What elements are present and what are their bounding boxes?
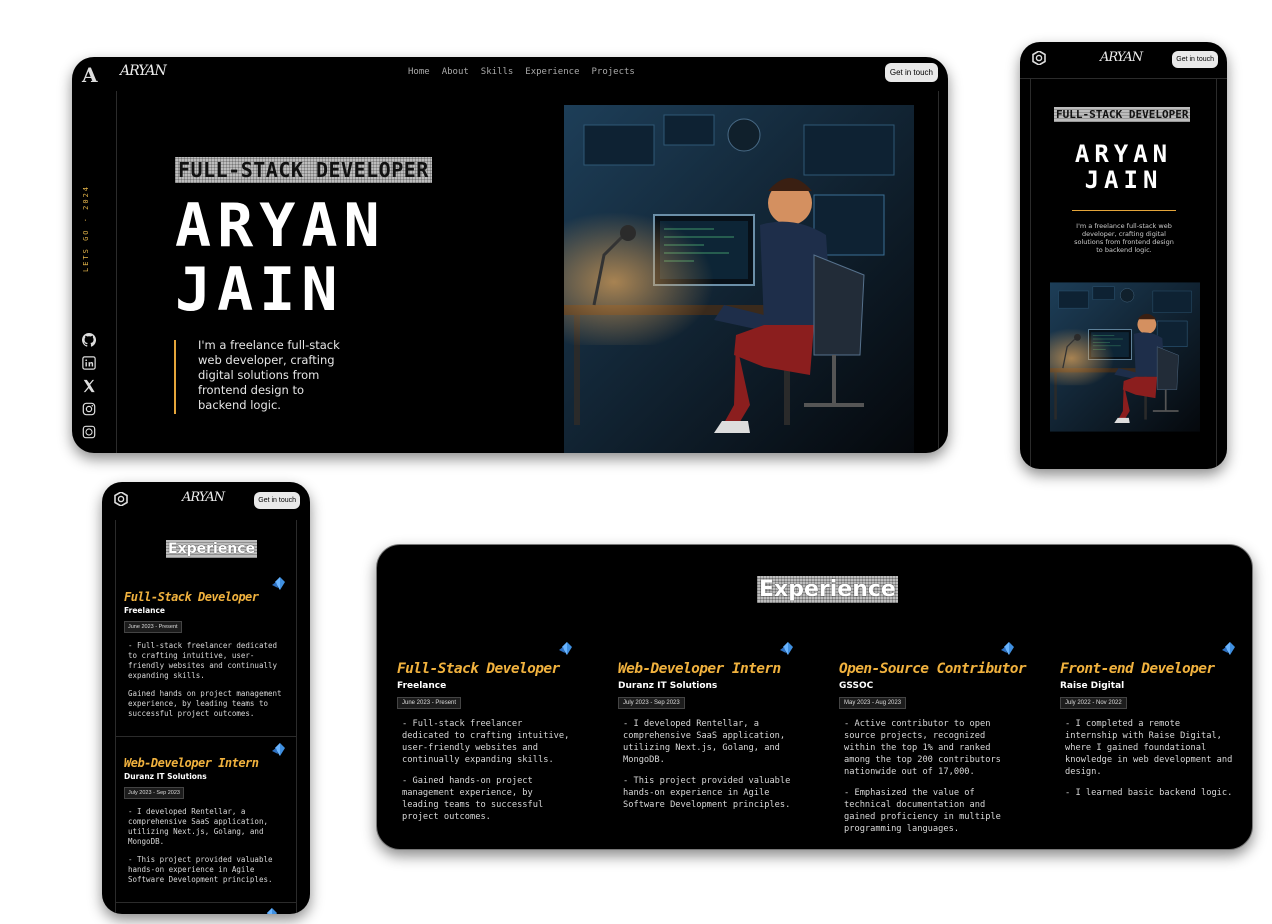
experience-company: Freelance	[124, 606, 166, 615]
experience-heading: Experience	[166, 540, 258, 558]
vertical-tagline-text: LETS GO · 2024	[82, 184, 90, 272]
signature-logo[interactable]: ARYAN	[1100, 50, 1143, 65]
divider	[1030, 78, 1031, 469]
experience-card: Web-Developer Intern Duranz IT Solutions…	[124, 742, 290, 885]
experience-heading: Experience	[758, 577, 896, 602]
experience-role: Web-Developer Intern	[124, 756, 259, 770]
role-badge: FULL-STACK DEVELOPER	[1054, 107, 1191, 122]
get-in-touch-button[interactable]: Get in touch	[1172, 51, 1218, 68]
experience-role: Web-Developer Intern	[618, 661, 781, 677]
logo[interactable]: A	[82, 63, 98, 87]
desktop-hero-frame: A ARYAN Home About Skills Experience Pro…	[72, 57, 948, 453]
nav-experience[interactable]: Experience	[525, 67, 579, 77]
nav-about[interactable]: About	[442, 67, 469, 77]
signature-logo[interactable]: ARYAN	[182, 490, 225, 505]
desktop-experience-frame: Experience Full-Stack Developer Freelanc…	[376, 544, 1253, 850]
nav-projects[interactable]: Projects	[591, 67, 634, 77]
experience-date: June 2023 - Present	[397, 697, 462, 709]
logo-icon[interactable]	[1031, 51, 1047, 65]
vertical-tagline: LETS GO · 2024	[82, 182, 96, 282]
experience-role: Full-Stack Developer	[397, 661, 560, 677]
experience-point: - I learned basic backend logic.	[1065, 788, 1233, 798]
experience-date: July 2022 - Nov 2022	[1060, 697, 1127, 709]
gem-icon	[1001, 642, 1014, 655]
experience-company: Duranz IT Solutions	[618, 681, 718, 691]
experience-point: - This project provided valuable hands-o…	[128, 855, 273, 884]
hero-name-line1: ARYAN	[1074, 140, 1173, 168]
x-icon[interactable]	[82, 379, 96, 393]
divider	[115, 520, 116, 914]
experience-card: Full-Stack Developer Freelance June 2023…	[397, 641, 573, 823]
developer-illustration	[564, 105, 914, 453]
developer-illustration	[1050, 282, 1200, 432]
experience-card: Open-Source Contributor GSSOC May 2023 -…	[839, 641, 1027, 835]
experience-point: Gained hands on project management exper…	[128, 689, 282, 718]
divider	[1020, 78, 1227, 79]
divider	[938, 91, 939, 453]
main-nav: Home About Skills Experience Projects	[408, 67, 635, 77]
gem-icon	[1222, 642, 1235, 655]
nav-skills[interactable]: Skills	[481, 67, 514, 77]
experience-date: July 2023 - Sep 2023	[618, 697, 685, 709]
experience-point: - Full-stack freelancer dedicated to cra…	[128, 641, 278, 680]
hero-name: ARYAN JAIN	[1020, 141, 1227, 193]
hero-name-line2: JAIN	[1084, 166, 1163, 194]
experience-point: - Emphasized the value of technical docu…	[844, 788, 1001, 834]
instagram-icon[interactable]	[82, 402, 96, 416]
divider	[116, 736, 296, 737]
experience-role: Front-end Developer	[1060, 661, 1215, 677]
experience-point: - I completed a remote internship with R…	[1065, 719, 1233, 777]
experience-date: June 2023 - Present	[124, 621, 182, 633]
gem-icon	[272, 743, 285, 756]
accent-bar	[174, 340, 176, 414]
hero-bio: I'm a freelance full-stack web developer…	[1074, 222, 1174, 254]
role-badge: FULL-STACK DEVELOPER	[175, 157, 432, 183]
whatsapp-icon[interactable]	[82, 425, 96, 439]
gem-icon	[559, 642, 572, 655]
divider	[116, 91, 117, 453]
experience-card: Full-Stack Developer Freelance June 2023…	[124, 576, 290, 719]
social-links	[82, 333, 96, 439]
experience-point: - Active contributor to open source proj…	[844, 719, 1001, 777]
mobile-experience-frame: ARYAN Get in touch Experience Full-Stack…	[102, 482, 310, 914]
experience-company: Raise Digital	[1060, 681, 1125, 691]
experience-point: - This project provided valuable hands-o…	[623, 776, 791, 810]
get-in-touch-button[interactable]: Get in touch	[884, 63, 938, 82]
hero-bio: I'm a freelance full-stack web developer…	[198, 338, 340, 412]
experience-card: Front-end Developer Raise Digital July 2…	[1060, 641, 1236, 799]
signature-logo[interactable]: ARYAN	[120, 63, 167, 79]
experience-point: - I developed Rentellar, a comprehensive…	[623, 719, 786, 765]
accent-rule	[1072, 210, 1176, 211]
experience-date: July 2023 - Sep 2023	[124, 787, 184, 799]
github-icon[interactable]	[82, 333, 96, 347]
experience-card: Web-Developer Intern Duranz IT Solutions…	[618, 641, 794, 811]
get-in-touch-button[interactable]: Get in touch	[254, 492, 300, 509]
logo-icon[interactable]	[113, 492, 129, 506]
experience-company: GSSOC	[839, 681, 874, 691]
nav-home[interactable]: Home	[408, 67, 430, 77]
gem-icon	[272, 577, 285, 590]
gem-icon	[780, 642, 793, 655]
experience-company: Duranz IT Solutions	[124, 772, 207, 781]
hero-name-line1: ARYAN	[175, 191, 386, 261]
experience-point: - Gained hands-on project management exp…	[402, 776, 544, 822]
divider	[1216, 78, 1217, 469]
experience-role: Open-Source Contributor	[839, 661, 1027, 677]
divider	[116, 902, 296, 903]
experience-role: Full-Stack Developer	[124, 590, 259, 604]
linkedin-icon[interactable]	[82, 356, 96, 370]
experience-point: - I developed Rentellar, a comprehensive…	[128, 807, 268, 846]
hero-name-line2: JAIN	[175, 255, 344, 325]
mobile-hero-frame: ARYAN Get in touch FULL-STACK DEVELOPER …	[1020, 42, 1227, 469]
divider	[296, 520, 297, 914]
experience-point: - Full-stack freelancer dedicated to cra…	[402, 719, 570, 765]
experience-date: May 2023 - Aug 2023	[839, 697, 907, 709]
experience-company: Freelance	[397, 681, 447, 691]
hero-name: ARYAN JAIN	[175, 194, 386, 322]
gem-icon	[264, 908, 277, 914]
